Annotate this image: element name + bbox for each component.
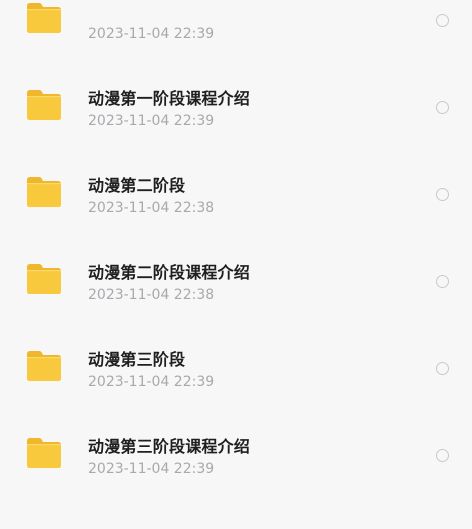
folder-icon <box>27 177 61 207</box>
folder-date: 2023-11-04 22:39 <box>88 26 215 42</box>
folder-icon <box>27 90 61 120</box>
folder-name: 动漫第二阶段课程介绍 <box>88 263 251 282</box>
folder-date: 2023-11-04 22:38 <box>88 287 215 303</box>
folder-row-1[interactable]: 2023-11-04 22:39 <box>0 0 472 56</box>
folder-date: 2023-11-04 22:39 <box>88 374 215 390</box>
folder-name: 动漫第三阶段 <box>88 350 186 369</box>
select-radio[interactable] <box>436 14 449 27</box>
folder-name: 动漫第二阶段 <box>88 176 186 195</box>
select-radio[interactable] <box>436 362 449 375</box>
folder-date: 2023-11-04 22:39 <box>88 461 215 477</box>
folder-icon <box>27 3 61 33</box>
folder-date: 2023-11-04 22:38 <box>88 200 215 216</box>
folder-icon <box>27 351 61 381</box>
folder-row-3[interactable]: 动漫第二阶段 2023-11-04 22:38 <box>0 143 472 230</box>
file-list: 2023-11-04 22:39 动漫第一阶段课程介绍 2023-11-04 2… <box>0 0 472 491</box>
folder-row-4[interactable]: 动漫第二阶段课程介绍 2023-11-04 22:38 <box>0 230 472 317</box>
select-radio[interactable] <box>436 275 449 288</box>
folder-icon <box>27 264 61 294</box>
folder-row-6[interactable]: 动漫第三阶段课程介绍 2023-11-04 22:39 <box>0 404 472 491</box>
folder-row-2[interactable]: 动漫第一阶段课程介绍 2023-11-04 22:39 <box>0 56 472 143</box>
folder-name: 动漫第三阶段课程介绍 <box>88 437 251 456</box>
folder-date: 2023-11-04 22:39 <box>88 113 215 129</box>
folder-name: 动漫第一阶段课程介绍 <box>88 89 251 108</box>
folder-row-5[interactable]: 动漫第三阶段 2023-11-04 22:39 <box>0 317 472 404</box>
select-radio[interactable] <box>436 101 449 114</box>
folder-icon <box>27 438 61 468</box>
select-radio[interactable] <box>436 188 449 201</box>
select-radio[interactable] <box>436 449 449 462</box>
